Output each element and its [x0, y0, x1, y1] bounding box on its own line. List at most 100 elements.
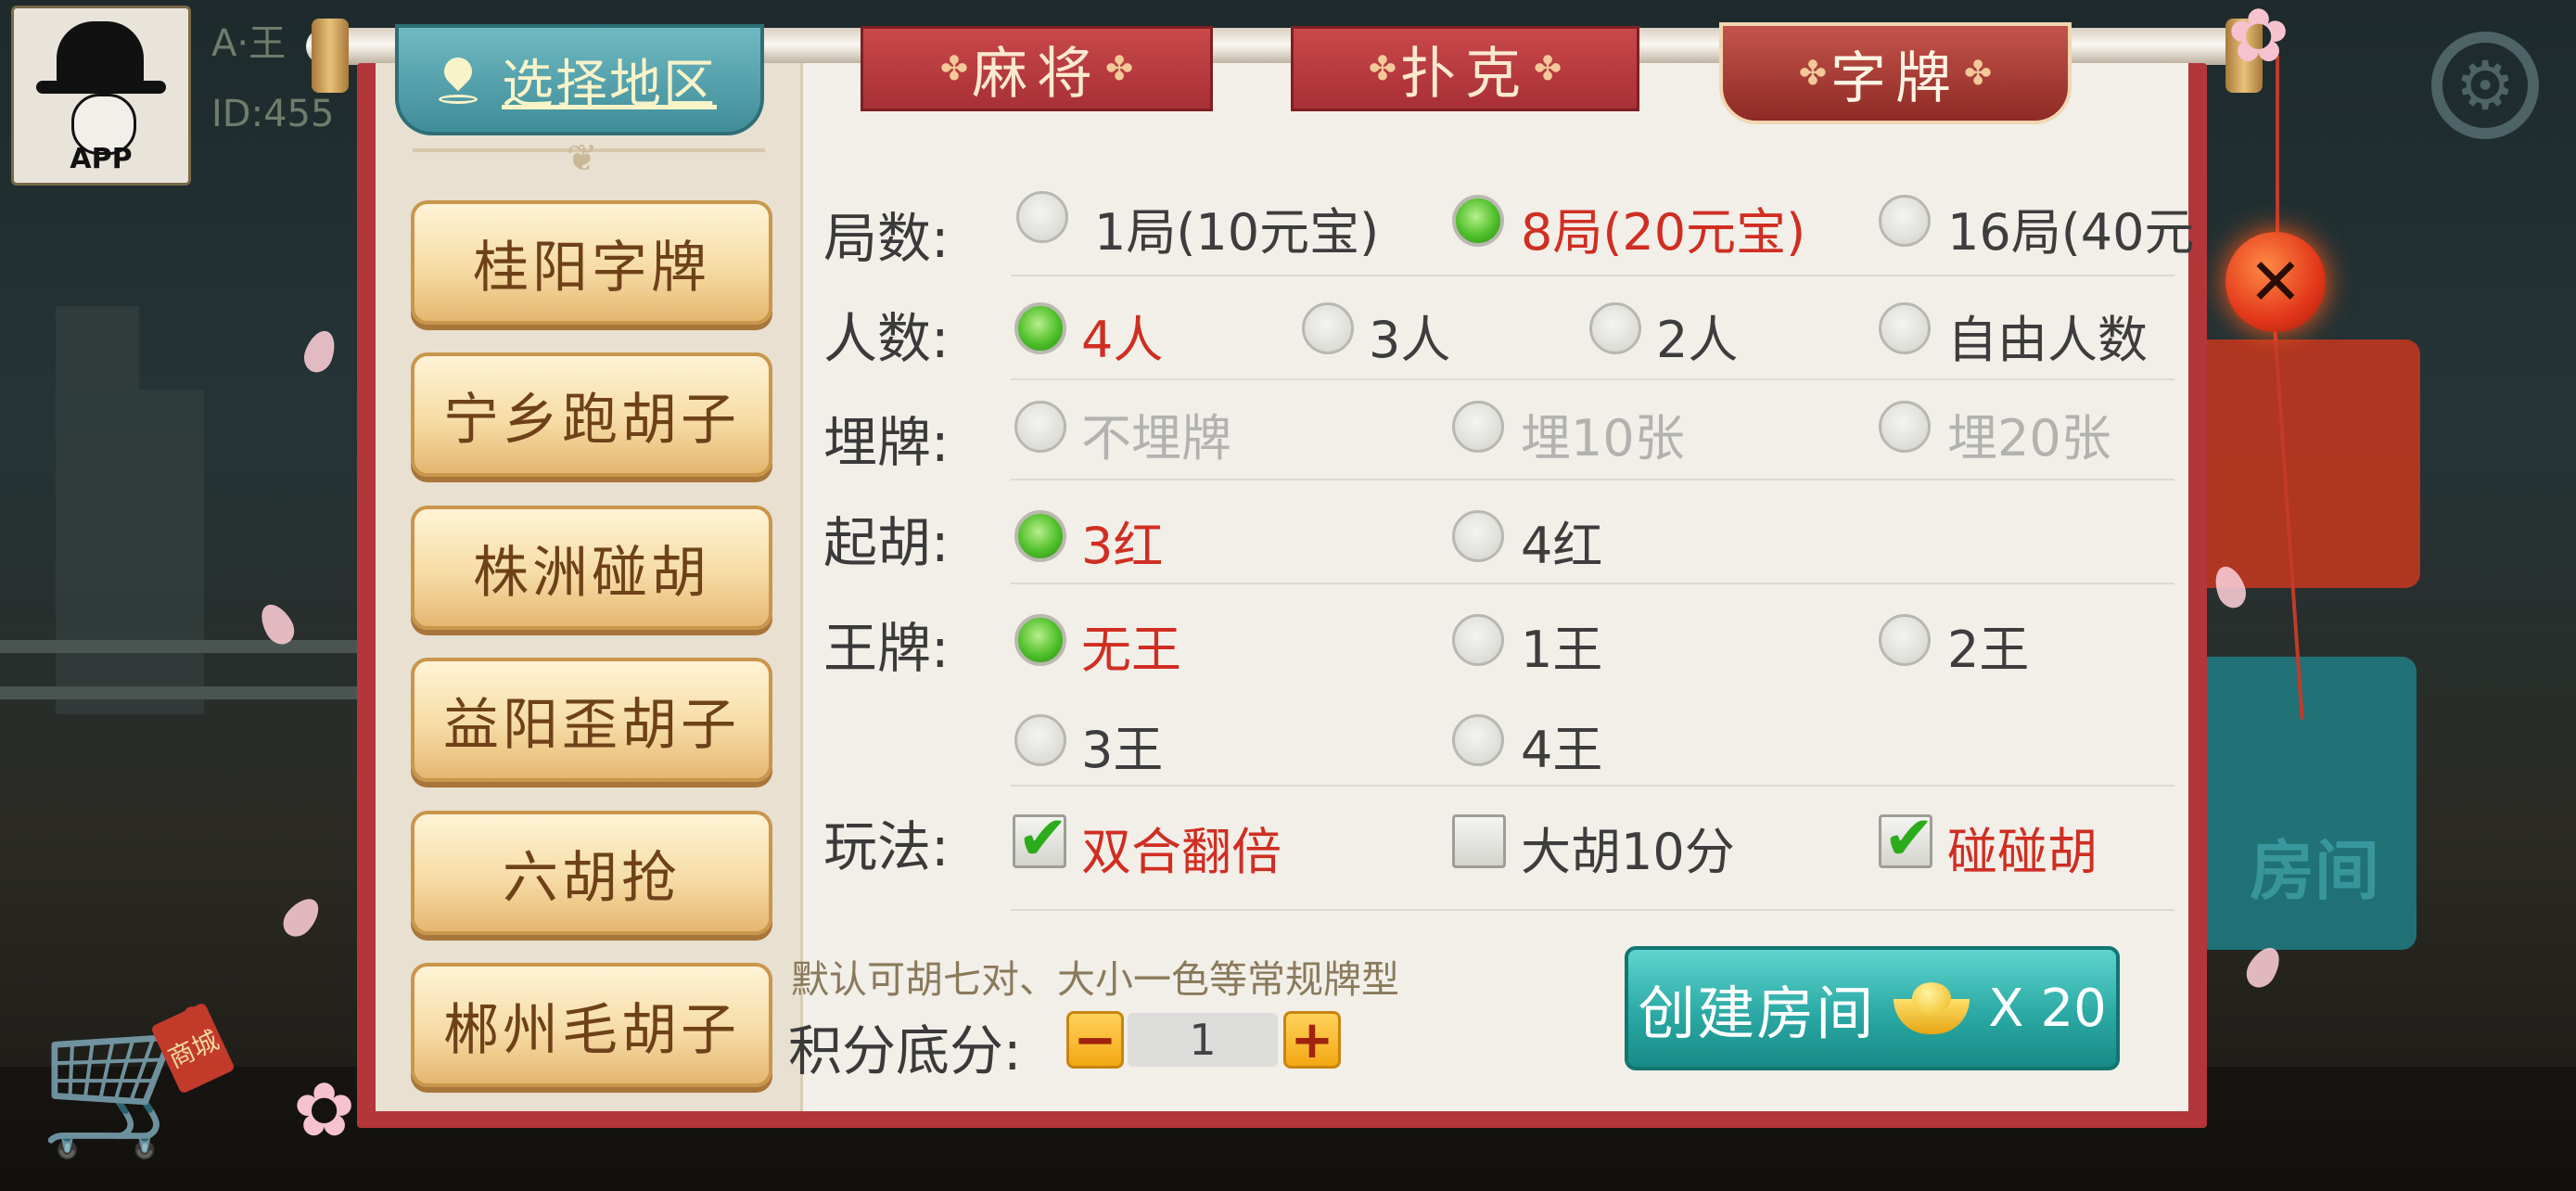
close-button[interactable]: ✕ — [2225, 232, 2326, 332]
select-region-button[interactable]: 选择地区 — [395, 24, 764, 135]
close-icon: ✕ — [2248, 244, 2303, 320]
qihu-4-label[interactable]: 4红 — [1521, 505, 1602, 578]
bury-none-label: 不埋牌 — [1081, 409, 1231, 467]
rounds-16-radio[interactable] — [1879, 195, 1931, 247]
king-3-label[interactable]: 3王 — [1081, 709, 1163, 782]
king-1-label[interactable]: 1王 — [1521, 608, 1602, 682]
bury-label: 埋牌: — [823, 411, 950, 474]
flower-decoration-icon: ✿ — [293, 1067, 356, 1153]
rule-double-checkbox[interactable]: ✔ — [1013, 808, 1068, 869]
game-sidebar: ❦ 桂阳字牌 宁乡跑胡子 株洲碰胡 益阳歪胡子 六胡抢 郴州毛胡子 — [376, 63, 803, 1111]
sidebar-item-guiyang-zipai[interactable]: 桂阳字牌 — [411, 200, 772, 325]
petal-decoration — [300, 327, 340, 377]
tab-ornament-icon: ✤ — [1105, 49, 1134, 88]
create-room-button[interactable]: 创建房间 X 20 — [1625, 946, 2120, 1070]
lantern-string — [2276, 56, 2279, 232]
sidebar-item-yiyang-waihuzi[interactable]: 益阳歪胡子 — [411, 658, 772, 782]
players-label: 人数: — [823, 307, 950, 370]
tab-ornament-icon: ✤ — [1368, 49, 1396, 88]
flower-decoration-icon: ✿ — [2227, 0, 2290, 79]
sidebar-item-chenzhou-maohuzi[interactable]: 郴州毛胡子 — [411, 963, 772, 1087]
player-name: A·王 — [211, 22, 287, 65]
bury-none-radio — [1014, 401, 1066, 453]
avatar-hat — [57, 21, 144, 86]
rule-dahu-checkbox[interactable] — [1452, 814, 1506, 868]
player-id: ID:455 — [211, 93, 335, 135]
row-divider — [1011, 275, 2174, 276]
tab-zipai[interactable]: ✤ 字牌 ✤ — [1719, 22, 2072, 124]
knot-ornament-icon: ❦ — [567, 137, 598, 180]
score-increase-button[interactable]: + — [1283, 1010, 1341, 1070]
location-pin-icon — [439, 58, 478, 104]
players-free-radio[interactable] — [1879, 302, 1931, 354]
bg-building — [56, 306, 139, 714]
king-2-label[interactable]: 2王 — [1947, 608, 2029, 682]
king-2-radio[interactable] — [1879, 614, 1931, 666]
rounds-label: 局数: — [823, 207, 950, 270]
score-value: 1 — [1128, 1013, 1278, 1067]
players-2-label[interactable]: 2人 — [1656, 299, 1738, 372]
king-4-label[interactable]: 4王 — [1521, 709, 1602, 782]
rounds-8-label[interactable]: 8局(20元宝) — [1521, 191, 1805, 264]
players-free-label[interactable]: 自由人数 — [1947, 299, 2148, 372]
bg-join-room-panel — [2188, 339, 2420, 588]
rounds-8-radio[interactable] — [1452, 195, 1504, 247]
row-divider — [1011, 479, 2174, 480]
players-4-label[interactable]: 4人 — [1081, 299, 1163, 372]
qihu-3-label[interactable]: 3红 — [1081, 505, 1163, 578]
rule-pengpenghu-checkbox[interactable]: ✔ — [1879, 808, 1934, 869]
king-3-radio[interactable] — [1014, 714, 1066, 766]
row-divider — [1011, 909, 2174, 911]
king-none-radio[interactable] — [1014, 614, 1066, 666]
checkmark-icon: ✔ — [1883, 802, 1935, 874]
players-3-label[interactable]: 3人 — [1369, 299, 1450, 372]
rule-dahu-label[interactable]: 大胡10分 — [1521, 811, 1735, 884]
sidebar-item-ningxiang-paohuzi[interactable]: 宁乡跑胡子 — [411, 352, 772, 477]
qihu-4-radio[interactable] — [1452, 510, 1504, 562]
players-2-radio[interactable] — [1589, 302, 1641, 354]
checkmark-icon: ✔ — [1017, 802, 1069, 874]
king-1-radio[interactable] — [1452, 614, 1504, 666]
tab-label: 扑克 — [1400, 41, 1530, 107]
tab-ornament-icon: ✤ — [1798, 54, 1827, 93]
rules-label: 玩法: — [823, 815, 950, 878]
tab-poker[interactable]: ✤ 扑克 ✤ — [1291, 26, 1639, 111]
tab-label: 字牌 — [1830, 45, 1960, 111]
create-room-label: 创建房间 — [1638, 980, 1876, 1047]
tab-mahjong[interactable]: ✤ 麻将 ✤ — [861, 26, 1213, 111]
qihu-label: 起胡: — [823, 511, 950, 574]
row-divider — [1011, 378, 2174, 380]
rounds-1-label[interactable]: 1局(10元宝) — [1094, 191, 1379, 264]
rounds-16-label[interactable]: 16局(40元 — [1947, 191, 2195, 264]
rounds-1-radio[interactable] — [1016, 191, 1068, 243]
gold-ingot-icon — [1894, 982, 1970, 1034]
bg-building — [139, 390, 204, 714]
default-rules-note: 默认可胡七对、大小一色等常规牌型 — [791, 957, 1399, 1002]
scroll-rod-cap — [312, 19, 349, 93]
avatar[interactable]: APP — [11, 6, 191, 186]
settings-gear-icon[interactable]: ⚙ — [2431, 32, 2539, 139]
bury-10-radio — [1452, 401, 1504, 453]
avatar-hat-brim — [36, 81, 166, 94]
avatar-text: APP — [70, 143, 133, 175]
score-decrease-button[interactable]: − — [1066, 1010, 1124, 1070]
qihu-3-radio[interactable] — [1014, 510, 1066, 562]
tab-label: 麻将 — [972, 41, 1102, 107]
sidebar-item-liuhuqiang[interactable]: 六胡抢 — [411, 811, 772, 935]
score-label: 积分底分: — [788, 1019, 1022, 1082]
sidebar-item-zhuzhou-penghu[interactable]: 株洲碰胡 — [411, 506, 772, 630]
petal-decoration — [276, 891, 326, 943]
players-4-radio[interactable] — [1014, 302, 1066, 354]
tab-ornament-icon: ✤ — [939, 49, 968, 88]
rule-pengpenghu-label[interactable]: 碰碰胡 — [1947, 811, 2098, 884]
king-none-label[interactable]: 无王 — [1081, 608, 1181, 682]
select-region-label: 选择地区 — [502, 54, 717, 115]
tab-ornament-icon: ✤ — [1964, 54, 1993, 93]
king-4-radio[interactable] — [1452, 714, 1504, 766]
players-3-radio[interactable] — [1302, 302, 1354, 354]
bury-20-radio — [1879, 401, 1931, 453]
rule-double-label[interactable]: 双合翻倍 — [1081, 811, 1282, 884]
tab-ornament-icon: ✤ — [1534, 49, 1562, 88]
row-divider — [1011, 583, 2174, 584]
bg-room-text: 房间 — [2250, 833, 2379, 909]
